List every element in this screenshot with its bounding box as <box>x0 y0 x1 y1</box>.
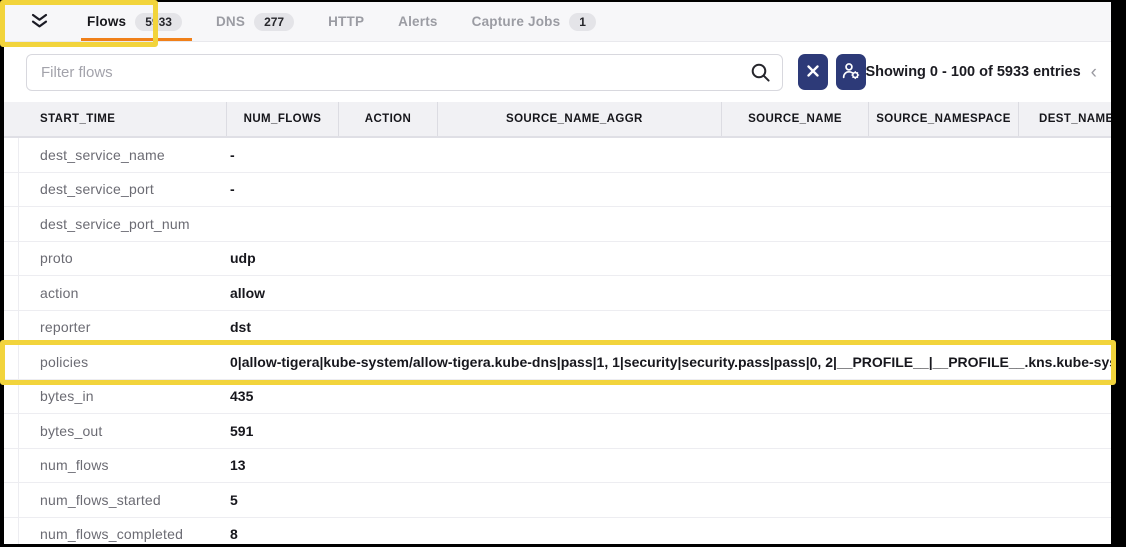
detail-value: 591 <box>230 423 253 439</box>
detail-value: 0|allow-tigera|kube-system/allow-tigera.… <box>230 354 1111 370</box>
detail-value: dst <box>230 319 251 335</box>
detail-value: allow <box>230 285 265 301</box>
detail-row-bytes-out: bytes_out 591 <box>4 414 1111 449</box>
detail-row-num-flows-started: num_flows_started 5 <box>4 483 1111 518</box>
detail-value: 13 <box>230 457 246 473</box>
detail-value: 5 <box>230 492 238 508</box>
detail-value: - <box>230 181 235 197</box>
column-header-dest-name-aggr[interactable]: DEST_NAME_AGGR <box>1018 102 1111 136</box>
detail-key: action <box>40 285 79 301</box>
detail-key: num_flows_started <box>40 492 161 508</box>
tab-count-badge: 1 <box>569 13 596 31</box>
detail-value: 435 <box>230 388 253 404</box>
clear-filter-button[interactable] <box>798 54 828 90</box>
user-settings-button[interactable] <box>836 54 866 90</box>
tab-label: Flows <box>87 14 126 29</box>
detail-row-bytes-in: bytes_in 435 <box>4 380 1111 415</box>
detail-row-reporter: reporter dst <box>4 311 1111 346</box>
filter-bar: Showing 0 - 100 of 5933 entries ‹ <box>4 42 1111 102</box>
filter-input-container <box>26 54 783 91</box>
tab-label: Alerts <box>398 14 437 29</box>
chevron-left-icon[interactable]: ‹ <box>1091 63 1097 82</box>
detail-key: bytes_out <box>40 423 103 439</box>
tab-http[interactable]: HTTP <box>328 2 364 41</box>
detail-row-dest-service-name: dest_service_name - <box>4 138 1111 173</box>
tab-bar: Flows 5933 DNS 277 HTTP Alerts Capture J… <box>4 2 1111 42</box>
user-gear-icon <box>841 61 860 83</box>
flow-viewer-app: Flows 5933 DNS 277 HTTP Alerts Capture J… <box>4 2 1111 544</box>
detail-key: dest_service_port <box>40 181 154 197</box>
column-header-action[interactable]: ACTION <box>338 102 437 136</box>
search-icon[interactable] <box>750 62 771 88</box>
screenshot-frame: Flows 5933 DNS 277 HTTP Alerts Capture J… <box>0 0 1126 547</box>
column-header-start-time[interactable]: START_TIME <box>4 102 226 136</box>
detail-row-num-flows: num_flows 13 <box>4 449 1111 484</box>
tab-capture-jobs[interactable]: Capture Jobs 1 <box>472 2 596 41</box>
detail-row-num-flows-completed: num_flows_completed 8 <box>4 518 1111 545</box>
detail-key: num_flows <box>40 457 109 473</box>
filter-input[interactable] <box>26 54 783 91</box>
double-chevron-down-icon[interactable] <box>28 13 51 30</box>
detail-row-policies: policies 0|allow-tigera|kube-system/allo… <box>4 345 1111 380</box>
tab-label: Capture Jobs <box>472 14 561 29</box>
column-header-num-flows[interactable]: NUM_FLOWS <box>226 102 338 136</box>
entries-summary: Showing 0 - 100 of 5933 entries <box>866 64 1081 80</box>
tab-label: HTTP <box>328 14 364 29</box>
close-icon <box>807 65 819 80</box>
detail-key: policies <box>40 354 88 370</box>
detail-row-dest-service-port: dest_service_port - <box>4 173 1111 208</box>
tab-dns[interactable]: DNS 277 <box>216 2 294 41</box>
detail-value: - <box>230 147 235 163</box>
detail-row-action: action allow <box>4 276 1111 311</box>
detail-key: dest_service_name <box>40 147 165 163</box>
detail-value: udp <box>230 250 256 266</box>
column-header-source-name-aggr[interactable]: SOURCE_NAME_AGGR <box>437 102 721 136</box>
detail-key: num_flows_completed <box>40 526 183 542</box>
detail-key: reporter <box>40 319 91 335</box>
detail-row-proto: proto udp <box>4 242 1111 277</box>
table-header-row: START_TIME NUM_FLOWS ACTION SOURCE_NAME_… <box>4 102 1111 138</box>
flow-detail-panel: dest_service_name - dest_service_port - … <box>4 138 1111 544</box>
tab-count-badge: 277 <box>254 13 294 31</box>
column-header-source-name[interactable]: SOURCE_NAME <box>721 102 868 136</box>
column-header-source-namespace[interactable]: SOURCE_NAMESPACE <box>868 102 1018 136</box>
tab-label: DNS <box>216 14 245 29</box>
detail-key: proto <box>40 250 73 266</box>
tab-alerts[interactable]: Alerts <box>398 2 437 41</box>
tab-count-badge: 5933 <box>135 13 182 31</box>
detail-value: 8 <box>230 526 238 542</box>
detail-row-dest-service-port-num: dest_service_port_num <box>4 207 1111 242</box>
detail-key: dest_service_port_num <box>40 216 190 232</box>
tab-flows[interactable]: Flows 5933 <box>87 2 182 41</box>
detail-key: bytes_in <box>40 388 94 404</box>
